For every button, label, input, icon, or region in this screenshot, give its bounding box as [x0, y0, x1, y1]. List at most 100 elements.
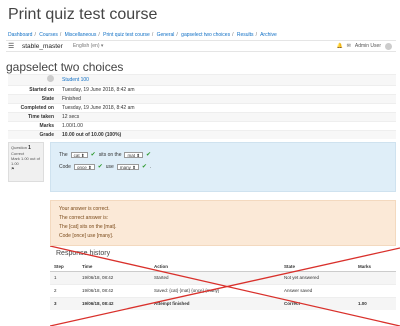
flag-icon[interactable]: ⚑ [11, 166, 15, 171]
breadcrumb-separator: / [176, 32, 178, 38]
summary-key: Started on [8, 85, 58, 95]
page-title: gapselect two choices [6, 60, 124, 74]
breadcrumb-separator: / [232, 32, 234, 38]
question-line-1: The cat ⬍ ✔ sits on the mat ⬍ ✔ [59, 151, 151, 158]
summary-row: Marks 1.00/1.00 [8, 121, 396, 131]
column-header-action: Action [150, 262, 280, 272]
question-text: . [149, 163, 152, 170]
breadcrumb-separator: / [34, 32, 36, 38]
feedback-answer-line-2: Code [once] use [many]. [59, 233, 114, 239]
column-header-state: State [280, 262, 354, 272]
table-row: 2 19/06/18, 08:42 Saved: {cat} {mat} {on… [50, 283, 396, 297]
breadcrumb-miscellaneous[interactable]: Miscellaneous [65, 32, 97, 38]
summary-row: State Finished [8, 94, 396, 104]
question-line-2: Code once ⬍ ✔ use many ⬍ ✔ . [59, 163, 151, 170]
user-avatar[interactable] [47, 75, 54, 82]
breadcrumb-archive[interactable]: Archive [260, 32, 277, 38]
summary-key: Grade [8, 130, 58, 139]
correct-tick-icon: ✔ [146, 152, 152, 158]
cell-state: Correct [280, 296, 354, 310]
student-link[interactable]: Student 100 [62, 77, 89, 83]
question-label: Question [11, 145, 28, 150]
summary-key: Marks [8, 121, 58, 131]
breadcrumb-course[interactable]: Print quiz test course [103, 32, 150, 38]
cell-marks [354, 283, 396, 297]
breadcrumb-separator: / [59, 32, 62, 38]
cell-step: 2 [50, 283, 78, 297]
feedback-correct: Your answer is correct. [59, 206, 110, 212]
question-text: Code [59, 163, 71, 170]
cell-state: Answer saved [280, 283, 354, 297]
cell-time: 19/06/18, 08:42 [78, 270, 150, 284]
attempt-summary-table: Student 100 Started on Tuesday, 19 June 2… [8, 74, 396, 139]
correct-tick-icon: ✔ [141, 164, 147, 170]
correct-tick-icon: ✔ [90, 152, 96, 158]
summary-value: Tuesday, 19 June 2018, 8:42 am [58, 85, 396, 95]
cell-action: Attempt finished [150, 296, 280, 310]
messages-icon[interactable]: ✉ [347, 43, 351, 49]
summary-row: Time taken 12 secs [8, 112, 396, 122]
breadcrumb-quiz[interactable]: gapselect two choices [181, 32, 230, 38]
breadcrumb-courses[interactable]: Courses [39, 32, 58, 38]
column-header-time: Time [78, 262, 150, 272]
hamburger-icon[interactable]: ☰ [8, 42, 16, 50]
summary-row-user: Student 100 [8, 74, 396, 86]
course-title: Print quiz test course [8, 6, 158, 23]
response-history-title: Response history [56, 250, 111, 257]
table-row: 3 19/06/18, 08:42 Attempt finished Corre… [50, 296, 396, 310]
breadcrumb-separator: / [151, 32, 154, 38]
cell-time: 19/06/18, 08:42 [78, 296, 150, 310]
question-text: use [105, 163, 114, 170]
user-menu[interactable]: 🔔 ✉ Admin User [336, 42, 396, 50]
summary-value: 12 secs [58, 112, 396, 122]
cell-action: Saved: {cat} {mat} {once} {many} [150, 283, 280, 297]
cell-step: 3 [50, 296, 78, 310]
feedback-answer-line-1: The [cat] sits on the [mat]. [59, 224, 117, 230]
cell-action: Started [150, 270, 280, 284]
avatar[interactable] [385, 42, 392, 50]
language-menu[interactable]: English (en) ▾ [73, 43, 104, 49]
user-name[interactable]: Admin User [355, 43, 381, 49]
breadcrumb-results[interactable]: Results [237, 32, 254, 38]
summary-value: Tuesday, 19 June 2018, 8:42 am [58, 103, 396, 113]
notification-bell-icon[interactable]: 🔔 [336, 43, 342, 49]
user-avatar-cell [8, 74, 58, 86]
cell-state: Not yet answered [280, 270, 354, 284]
cell-time: 19/06/18, 08:42 [78, 283, 150, 297]
breadcrumb-separator: / [255, 32, 257, 38]
summary-row: Grade 10.00 out of 10.00 (100%) [8, 130, 396, 139]
column-header-step: Step [50, 262, 78, 272]
gap-select-2[interactable]: mat ⬍ [124, 151, 144, 158]
correct-tick-icon: ✔ [97, 164, 103, 170]
summary-value: 10.00 out of 10.00 (100%) [58, 130, 396, 139]
table-header: Step Time Action State Marks [50, 262, 396, 272]
summary-user-cell: Student 100 [58, 74, 396, 86]
breadcrumb-general[interactable]: General [157, 32, 175, 38]
question-text: sits on the [98, 151, 122, 158]
feedback-box: Your answer is correct. The correct answ… [50, 200, 396, 246]
summary-row: Completed on Tuesday, 19 June 2018, 8:42 … [8, 103, 396, 113]
gap-select-1[interactable]: cat ⬍ [70, 151, 88, 158]
site-name[interactable]: stable_master [22, 43, 63, 50]
column-header-marks: Marks [354, 262, 396, 272]
question-text: The [59, 151, 68, 158]
response-history-table: Step Time Action State Marks 1 19/06/18,… [50, 262, 396, 310]
summary-row: Started on Tuesday, 19 June 2018, 8:42 am [8, 85, 396, 95]
navbar: ☰ stable_master English (en) ▾ 🔔 ✉ Admin… [6, 40, 396, 52]
breadcrumb-separator: / [98, 32, 100, 38]
question-number: 1 [28, 145, 31, 151]
question-info-box: Question 1 Correct Mark 1.00 out of 1.00… [8, 142, 44, 182]
summary-value: 1.00/1.00 [58, 121, 396, 131]
summary-key: State [8, 94, 58, 104]
summary-key: Completed on [8, 103, 58, 113]
question-content: The cat ⬍ ✔ sits on the mat ⬍ ✔ Code onc… [50, 142, 396, 192]
cell-step: 1 [50, 270, 78, 284]
table-row: 1 19/06/18, 08:42 Started Not yet answer… [50, 270, 396, 284]
feedback-right-answer-label: The correct answer is: [59, 215, 109, 221]
cell-marks: 1.00 [354, 296, 396, 310]
gap-select-4[interactable]: many ⬍ [116, 163, 139, 170]
question-mark: Mark 1.00 out of 1.00 [11, 156, 40, 166]
gap-select-3[interactable]: once ⬍ [73, 163, 95, 170]
summary-value: Finished [58, 94, 396, 104]
breadcrumb-dashboard[interactable]: Dashboard [8, 32, 32, 38]
